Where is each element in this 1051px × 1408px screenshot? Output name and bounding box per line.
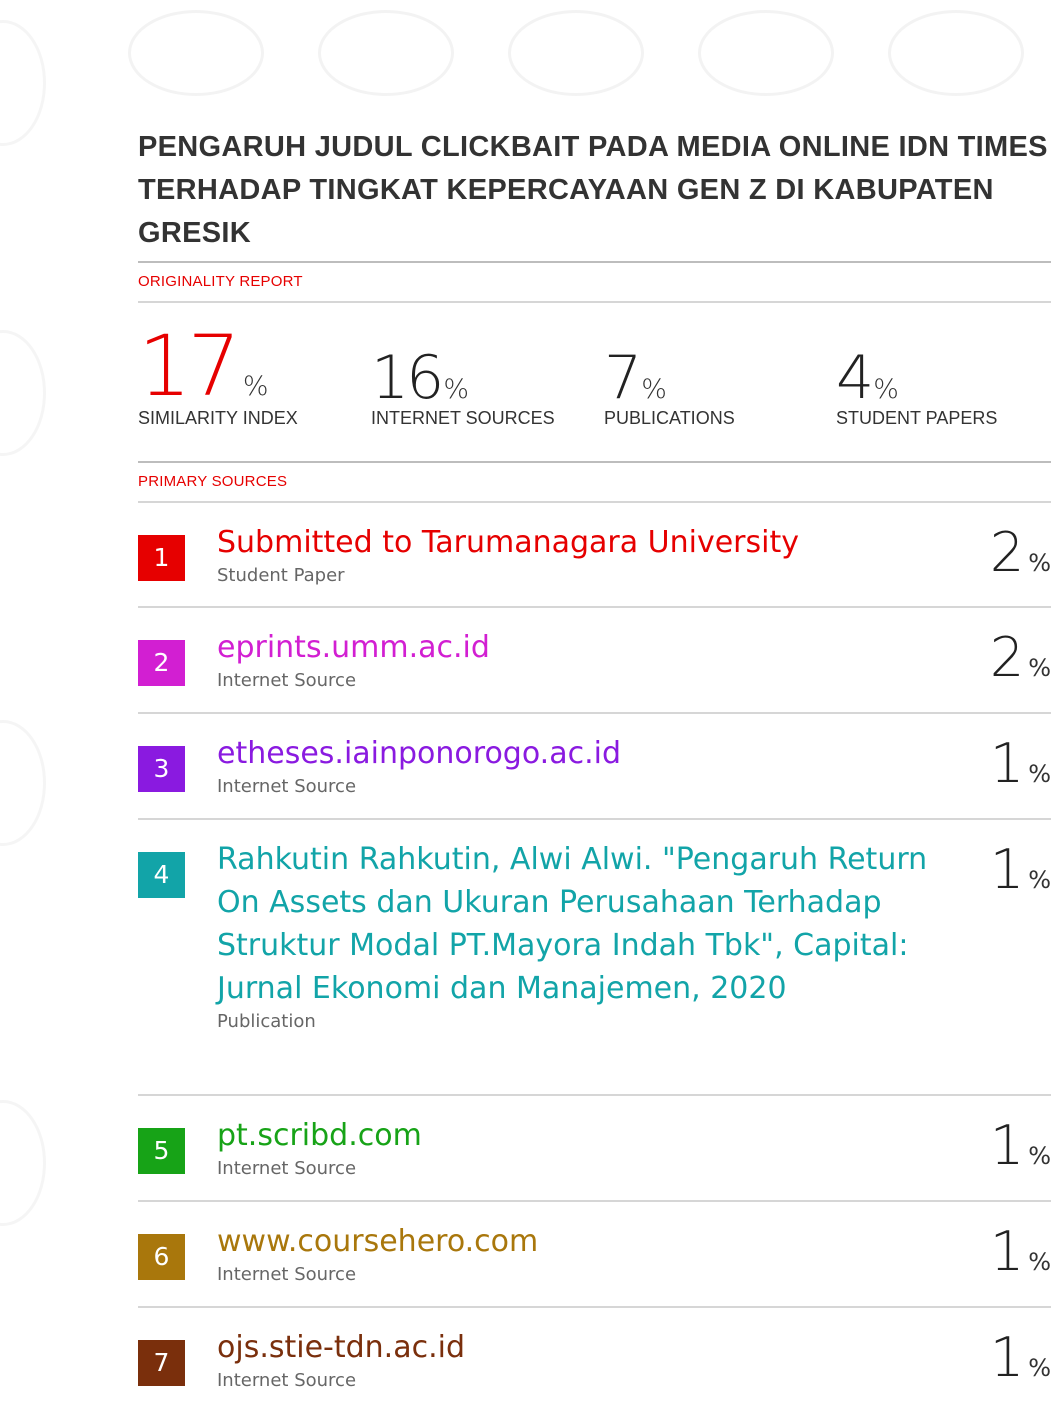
percent-sign: % [873, 374, 899, 405]
internet-sources-label: INTERNET SOURCES [371, 408, 555, 428]
source-percent: 1% [989, 1114, 1051, 1177]
student-papers-value: 4 [836, 343, 874, 413]
source-name[interactable]: ojs.stie-tdn.ac.id [217, 1326, 937, 1369]
primary-sources-label: PRIMARY SOURCES [138, 473, 288, 490]
source-item[interactable]: 5 pt.scribd.com Internet Source 1% [138, 1096, 1051, 1202]
source-item[interactable]: 6 www.coursehero.com Internet Source 1% [138, 1202, 1051, 1308]
source-rank-badge: 2 [138, 640, 185, 686]
source-item[interactable]: 3 etheses.iainponorogo.ac.id Internet So… [138, 714, 1051, 820]
source-name[interactable]: etheses.iainponorogo.ac.id [217, 732, 937, 775]
source-percent: 2% [989, 626, 1051, 689]
source-name[interactable]: Rahkutin Rahkutin, Alwi Alwi. "Pengaruh … [217, 838, 937, 1010]
percent-sign: % [443, 374, 470, 405]
sources-list: 1 Submitted to Tarumanagara University S… [138, 503, 1051, 1408]
source-percent: 1% [989, 838, 1051, 901]
source-type: Internet Source [217, 670, 357, 691]
source-type: Internet Source [217, 776, 357, 797]
originality-report: PENGARUH JUDUL CLICKBAIT PADA MEDIA ONLI… [138, 126, 1051, 1408]
source-name[interactable]: eprints.umm.ac.id [217, 626, 937, 669]
source-rank-badge: 1 [138, 535, 185, 581]
source-item[interactable]: 1 Submitted to Tarumanagara University S… [138, 503, 1051, 608]
publications-label: PUBLICATIONS [604, 408, 735, 428]
source-rank-badge: 5 [138, 1128, 185, 1174]
source-type: Internet Source [217, 1370, 357, 1391]
percent-sign: % [641, 374, 667, 405]
stats-summary: 17% SIMILARITY INDEX 16% INTERNET SOURCE… [138, 303, 1051, 461]
percent-sign: % [242, 371, 269, 402]
source-type: Internet Source [217, 1264, 357, 1285]
similarity-index-value: 17 [138, 317, 241, 415]
source-percent: 1% [989, 1326, 1051, 1389]
source-rank-badge: 6 [138, 1234, 185, 1280]
source-rank-badge: 7 [138, 1340, 185, 1386]
source-type: Publication [217, 1011, 316, 1032]
source-rank-badge: 4 [138, 852, 185, 898]
source-item[interactable]: 4 Rahkutin Rahkutin, Alwi Alwi. "Pengaru… [138, 820, 1051, 1096]
source-percent: 1% [989, 732, 1051, 795]
source-rank-badge: 3 [138, 746, 185, 792]
source-name[interactable]: pt.scribd.com [217, 1114, 937, 1157]
document-title: PENGARUH JUDUL CLICKBAIT PADA MEDIA ONLI… [138, 131, 1048, 249]
publications-value: 7 [604, 343, 642, 413]
similarity-index-label: SIMILARITY INDEX [138, 408, 298, 428]
internet-sources-value: 16 [371, 343, 444, 413]
source-item[interactable]: 2 eprints.umm.ac.id Internet Source 2% [138, 608, 1051, 714]
source-percent: 1% [989, 1220, 1051, 1283]
originality-report-label: ORIGINALITY REPORT [138, 273, 303, 290]
student-papers-label: STUDENT PAPERS [836, 408, 998, 428]
source-item[interactable]: 7 ojs.stie-tdn.ac.id Internet Source 1% [138, 1308, 1051, 1408]
source-type: Internet Source [217, 1158, 357, 1179]
source-type: Student Paper [217, 565, 345, 586]
source-name[interactable]: www.coursehero.com [217, 1220, 937, 1263]
source-percent: 2% [989, 521, 1051, 584]
source-name[interactable]: Submitted to Tarumanagara University [217, 521, 937, 564]
